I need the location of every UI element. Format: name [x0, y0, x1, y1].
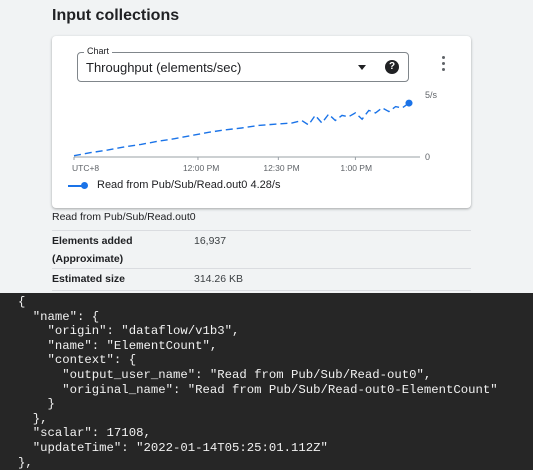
detail-value: 16,937	[194, 235, 227, 247]
console-line: "name": "ElementCount",	[47, 338, 218, 353]
console-line: {	[18, 295, 26, 309]
console-line: },	[18, 455, 33, 470]
console-line: "name": {	[32, 309, 100, 324]
detail-row-elements-added: Elements added (Approximate) 16,937	[52, 230, 471, 269]
json-console-output: { "name": { "origin": "dataflow/v1b3", "…	[0, 293, 533, 470]
details-heading: Read from Pub/Sub/Read.out0	[52, 211, 196, 223]
more-vert-icon[interactable]	[438, 56, 448, 76]
input-collections-panel: Input collections Chart Throughput (elem…	[0, 0, 533, 293]
chart-card: Chart Throughput (elements/sec) ? 5/s 0 UT…	[52, 36, 471, 208]
console-line: "original_name": "Read from Pub/Sub/Read…	[62, 382, 498, 397]
x-tick-label: UTC+8	[72, 163, 99, 173]
console-line: "scalar": 17108,	[32, 426, 151, 441]
console-line: }	[47, 397, 55, 412]
console-text: { "name": { "origin": "dataflow/v1b3", "…	[0, 293, 533, 470]
legend-label: Read from Pub/Sub/Read.out0 4.28/s	[97, 179, 280, 191]
legend-series-value: 4.28/s	[250, 179, 281, 191]
section-title: Input collections	[52, 7, 180, 24]
console-line: "output_user_name": "Read from Pub/Sub/R…	[62, 367, 432, 382]
series-last-point	[405, 99, 413, 107]
console-line: "context": {	[47, 353, 137, 368]
legend-series-name: Read from Pub/Sub/Read.out0	[97, 179, 248, 191]
x-tick-label: 12:30 PM	[263, 163, 299, 173]
detail-label: Estimated size	[52, 273, 125, 285]
console-line: "origin": "dataflow/v1b3",	[47, 324, 240, 339]
chart-select-label: Chart	[84, 46, 113, 56]
y-tick-label: 0	[425, 152, 430, 162]
console-line: },	[32, 411, 48, 426]
legend-dot-swatch	[81, 182, 88, 189]
chart-select-value: Throughput (elements/sec)	[86, 60, 242, 75]
series-line	[73, 102, 410, 157]
detail-label: Elements added (Approximate)	[52, 235, 133, 265]
dropdown-caret-icon[interactable]	[358, 65, 366, 70]
throughput-chart: 5/s 0 UTC+8 12:00 PM 12:30 PM 1:00 PM	[72, 90, 438, 173]
detail-row-estimated-size: Estimated size 314.26 KB	[52, 268, 471, 291]
y-tick-label: 5/s	[425, 90, 438, 100]
x-tick-label: 1:00 PM	[340, 163, 372, 173]
help-icon[interactable]: ?	[385, 60, 399, 74]
chart-type-select[interactable]: Chart Throughput (elements/sec) ?	[77, 46, 409, 82]
detail-value: 314.26 KB	[194, 273, 244, 285]
console-line: "updateTime": "2022-01-14T05:25:01.112Z"	[32, 440, 328, 455]
x-tick-label: 12:00 PM	[183, 163, 219, 173]
